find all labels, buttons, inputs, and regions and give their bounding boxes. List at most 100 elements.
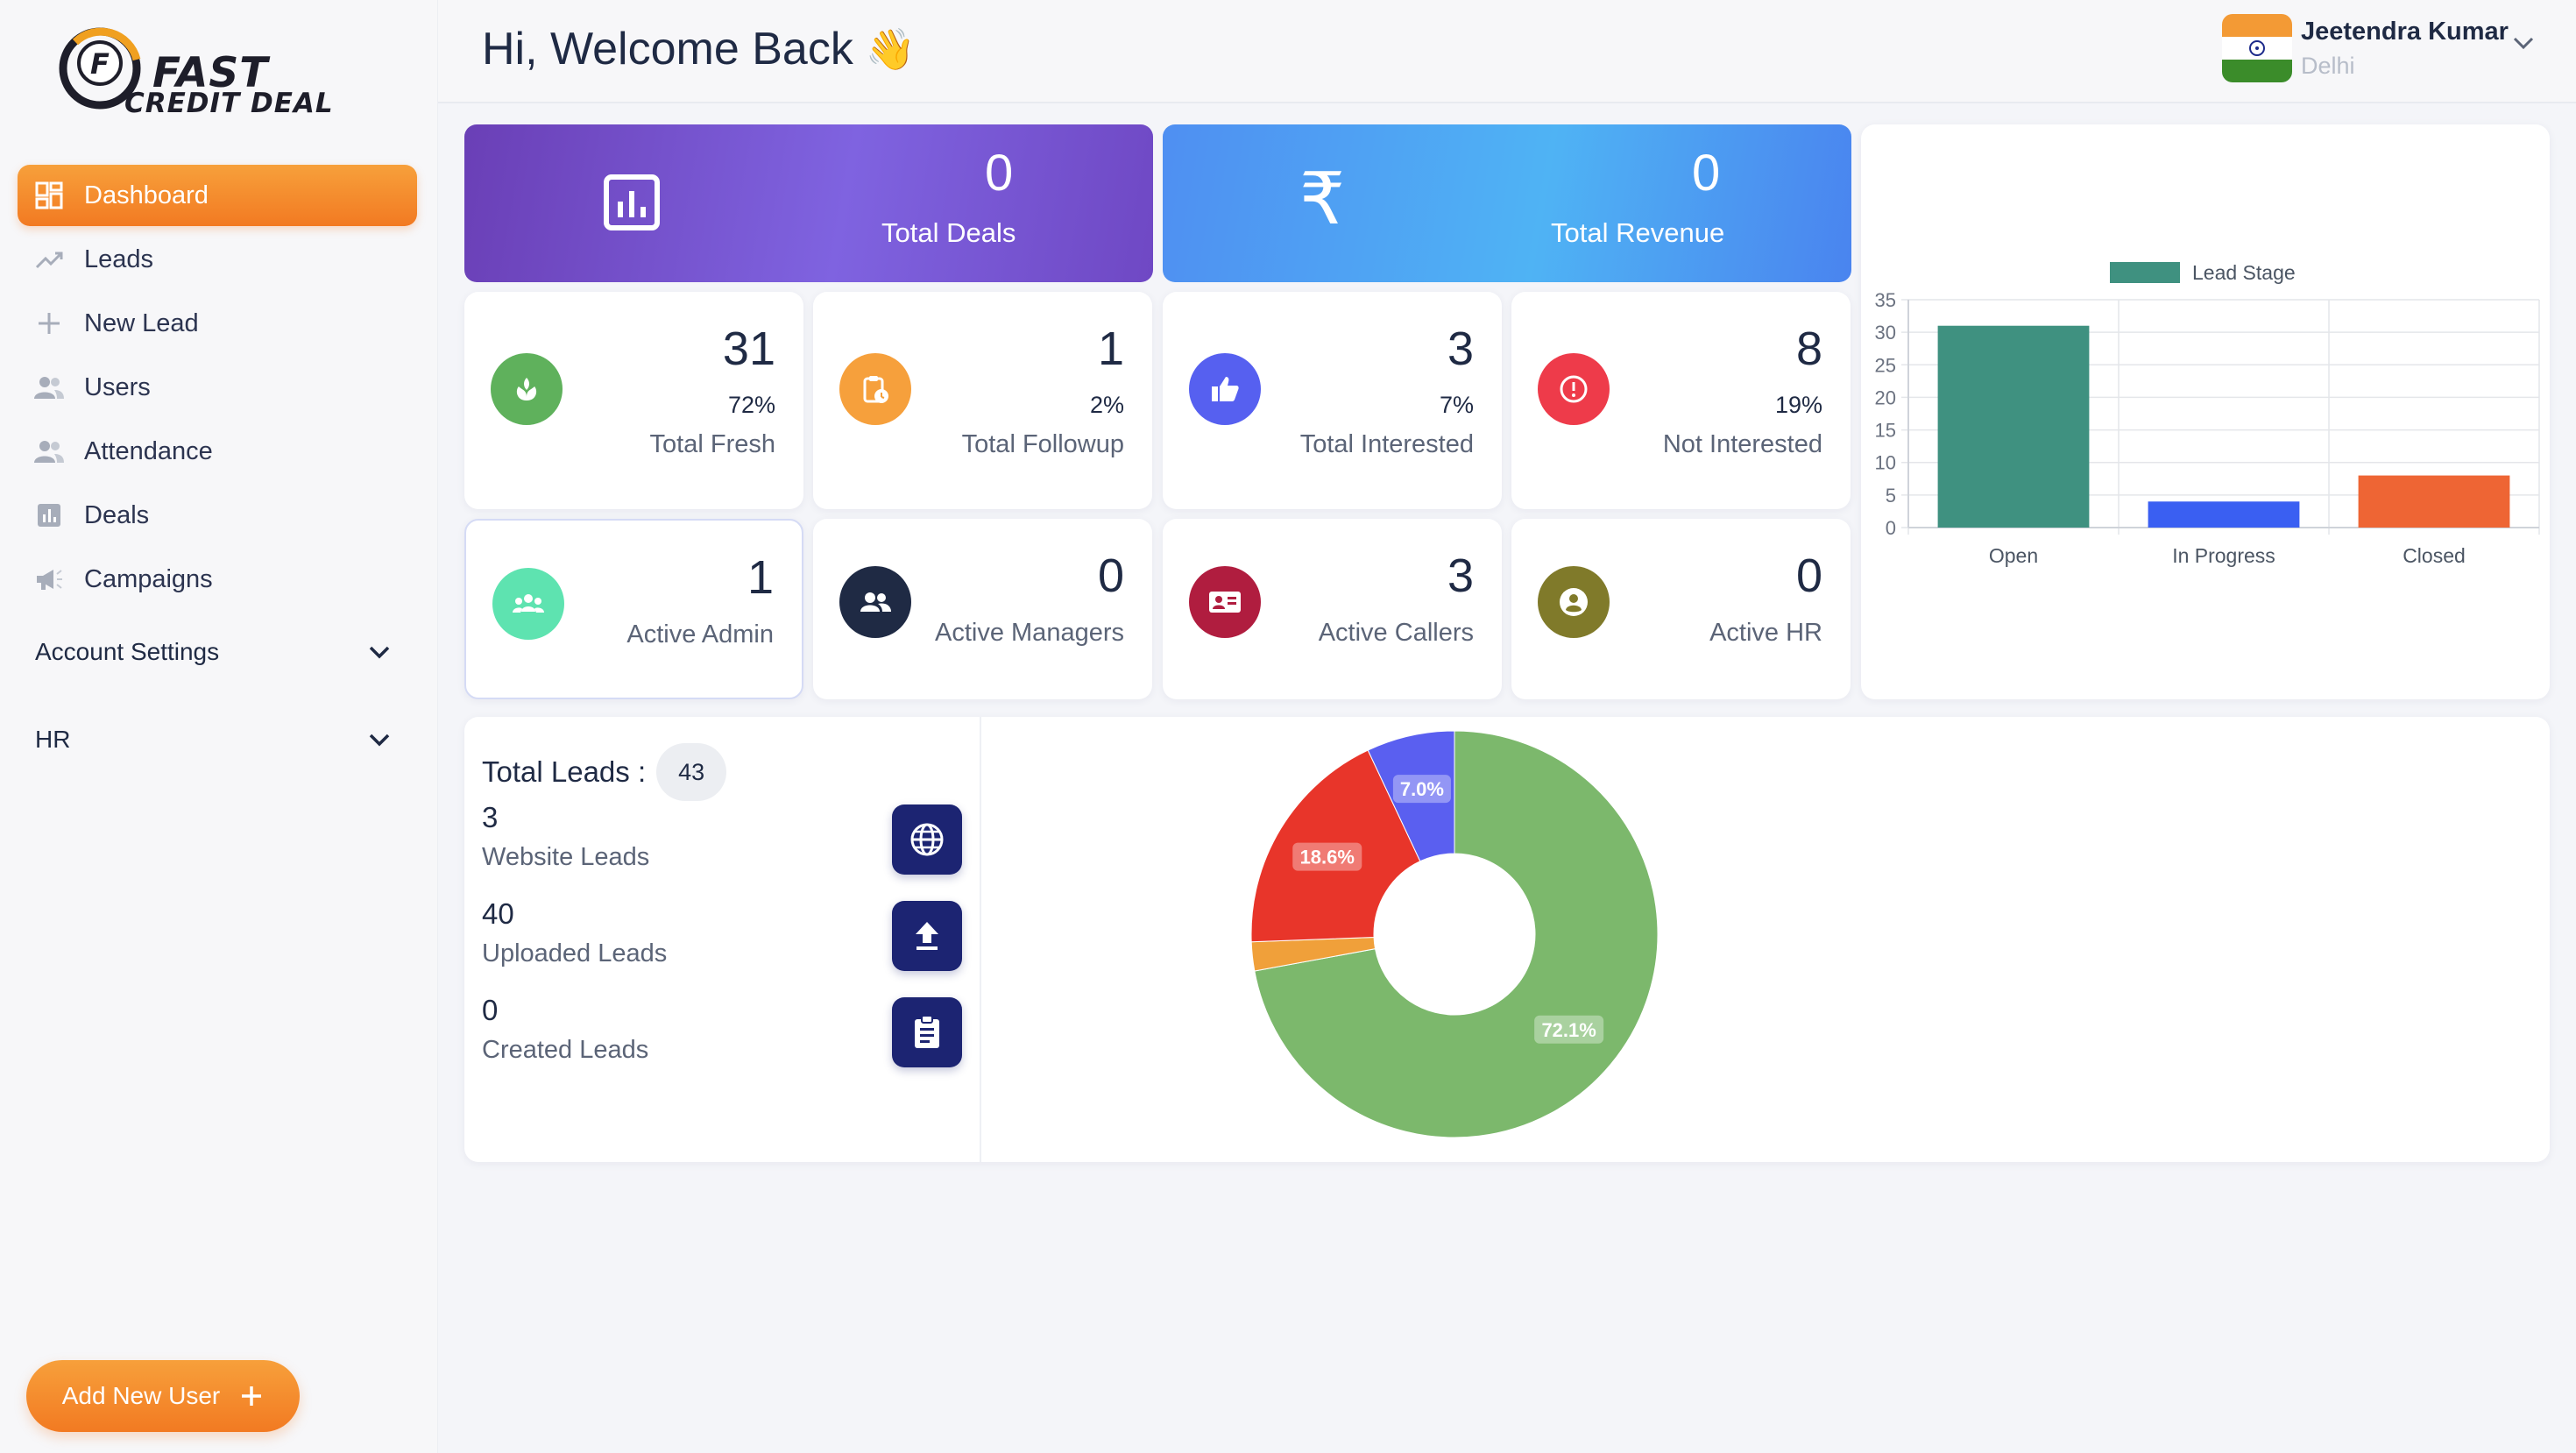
bar-closed: [2358, 475, 2510, 528]
sprout-icon: [491, 353, 563, 425]
total-leads-heading: Total Leads : 43: [482, 743, 727, 801]
stat-card-active-admin[interactable]: 1 Active Admin: [464, 519, 803, 699]
lead-stage-bar-chart: 0 5 10 15 20 25 30 35 Open In Progress Closed Lead …: [1875, 261, 2540, 567]
sidebar-item-attendance[interactable]: Attendance: [18, 421, 417, 482]
chevron-down-icon: [2513, 37, 2534, 50]
sidebar-item-users[interactable]: Users: [18, 357, 417, 418]
stat-label: Not Interested: [1662, 430, 1822, 458]
bar-open: [1937, 325, 2090, 528]
created-leads-button[interactable]: [892, 997, 962, 1067]
stat-card-active-hr[interactable]: 0 Active HR: [1511, 519, 1851, 699]
donut-slice-label: 72.1%: [1541, 1019, 1596, 1041]
y-tick-label: 10: [1875, 452, 1896, 474]
alert-icon: [1538, 353, 1610, 425]
logo-wordmark-bottom: CREDIT DEAL: [124, 88, 334, 119]
total-leads-title: Total Leads :: [482, 755, 647, 788]
user-profile-menu[interactable]: Jeetendra Kumar Delhi: [2222, 12, 2555, 84]
group-icon: [492, 568, 564, 640]
sidebar-item-label: Users: [84, 372, 151, 401]
stat-label: Total Followup: [961, 430, 1124, 458]
y-tick-label: 30: [1875, 322, 1896, 344]
y-tick-label: 15: [1875, 420, 1896, 442]
chevron-down-icon: [369, 646, 390, 659]
total-leads-card: Total Leads : 43 3 Website Leads 40 Uplo…: [464, 717, 2550, 1162]
plus-icon: [242, 1386, 262, 1406]
legend-swatch: [2110, 262, 2180, 283]
megaphone-icon: [32, 562, 67, 597]
sidebar-item-label: Attendance: [84, 436, 213, 465]
stat-label: Total Fresh: [649, 430, 775, 458]
logo-letter: F: [90, 47, 110, 81]
sidebar-item-new-lead[interactable]: New Lead: [18, 293, 417, 354]
section-label: Account Settings: [35, 638, 220, 665]
x-tick-label: Open: [1989, 544, 2038, 567]
donut-slice-label: 18.6%: [1300, 847, 1355, 868]
stat-percent: 7%: [1439, 392, 1474, 418]
stat-value: 31: [722, 322, 775, 375]
uploaded-leads-button[interactable]: [892, 901, 962, 971]
x-tick-label: In Progress: [2172, 544, 2275, 567]
stat-card-total-followup[interactable]: 1 2% Total Followup: [813, 292, 1152, 509]
app-logo[interactable]: F FAST CREDIT DEAL: [58, 25, 338, 121]
donut-slice-label: 7.0%: [1400, 778, 1444, 800]
user-name: Jeetendra Kumar: [2301, 18, 2509, 46]
stat-card-active-callers[interactable]: 3 Active Callers: [1163, 519, 1502, 699]
dashboard-icon: [32, 178, 67, 213]
users-icon: [32, 370, 67, 405]
y-tick-label: 35: [1875, 289, 1896, 311]
stat-value: 3: [1447, 549, 1474, 602]
sidebar-section-account-settings[interactable]: Account Settings: [18, 613, 417, 691]
chevron-down-icon: [369, 734, 390, 747]
thumbs-up-icon: [1189, 353, 1261, 425]
add-new-user-button[interactable]: Add New User: [26, 1360, 300, 1432]
trending-icon: [32, 242, 67, 277]
clipboard-clock-icon: [839, 353, 911, 425]
sidebar-item-dashboard[interactable]: Dashboard: [18, 165, 417, 226]
sidebar-item-campaigns[interactable]: Campaigns: [18, 549, 417, 610]
website-leads-button[interactable]: [892, 804, 962, 875]
total-revenue-card[interactable]: ₹ 0 Total Revenue: [1163, 124, 1851, 282]
total-revenue-value: 0: [1692, 145, 1721, 202]
total-leads-badge: 43: [656, 743, 727, 801]
y-tick-label: 20: [1875, 386, 1896, 408]
contact-card-icon: [1189, 566, 1261, 638]
stat-label: Total Interested: [1299, 430, 1474, 458]
sidebar-item-label: Deals: [84, 500, 150, 529]
y-tick-label: 5: [1886, 485, 1896, 507]
wave-emoji-icon: 👋: [865, 25, 916, 72]
top-header: Hi, Welcome Back 👋 Jeetendra Kumar Delhi: [438, 0, 2576, 103]
stat-card-total-interested[interactable]: 3 7% Total Interested: [1163, 292, 1502, 509]
stat-value: 1: [747, 551, 774, 604]
attendance-icon: [32, 434, 67, 469]
welcome-text: Hi, Welcome Back: [482, 24, 853, 74]
stat-label: Active Callers: [1318, 619, 1474, 647]
legend-label: Lead Stage: [2192, 261, 2296, 284]
total-deals-card[interactable]: 0 Total Deals: [464, 124, 1153, 282]
sidebar-item-leads[interactable]: Leads: [18, 229, 417, 290]
sidebar-item-deals[interactable]: Deals: [18, 485, 417, 546]
stat-percent: 2%: [1089, 392, 1124, 418]
lead-stage-chart-card: 0 5 10 15 20 25 30 35 Open In Progress Closed Lead …: [1861, 124, 2550, 699]
sidebar-nav: Dashboard Leads New Lead Users Attendanc…: [18, 165, 417, 779]
stat-card-not-interested[interactable]: 8 19% Not Interested: [1511, 292, 1851, 509]
stat-value: 8: [1795, 322, 1822, 375]
stat-value: 3: [1447, 322, 1474, 375]
stat-label: Active HR: [1709, 619, 1822, 647]
sidebar-item-label: New Lead: [84, 308, 199, 337]
stat-card-total-fresh[interactable]: 31 72% Total Fresh: [464, 292, 803, 509]
upload-icon: [916, 922, 938, 950]
stat-label: Active Admin: [626, 620, 774, 649]
stat-percent: 19%: [1774, 392, 1822, 418]
plus-icon: [32, 306, 67, 341]
user-city: Delhi: [2301, 53, 2355, 79]
add-new-user-label: Add New User: [61, 1382, 221, 1409]
stat-card-active-managers[interactable]: 0 Active Managers: [813, 519, 1152, 699]
page-title: Hi, Welcome Back 👋: [482, 23, 916, 75]
sidebar-item-label: Dashboard: [84, 181, 209, 209]
sidebar-section-hr[interactable]: HR: [18, 700, 417, 779]
stat-value: 0: [1097, 549, 1124, 602]
stat-value: 0: [1795, 549, 1822, 602]
stat-value: 1: [1097, 322, 1124, 375]
y-tick-label: 0: [1886, 517, 1896, 539]
divider: [980, 717, 981, 1162]
